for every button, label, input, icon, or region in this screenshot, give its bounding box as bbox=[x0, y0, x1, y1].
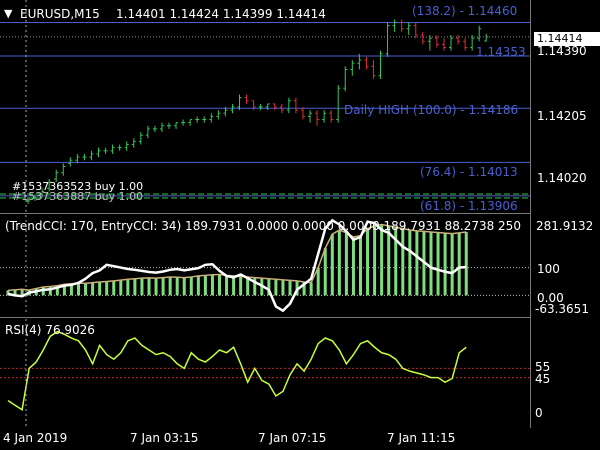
menu-triangle-icon[interactable]: ▼ bbox=[4, 8, 12, 20]
ohlc-values: 1.14401 1.14424 1.14399 1.14414 bbox=[116, 7, 326, 21]
time-label-4: 7 Jan 11:15 bbox=[387, 431, 456, 445]
time-label-1: 4 Jan 2019 bbox=[3, 431, 68, 445]
time-label-3: 7 Jan 07:15 bbox=[258, 431, 327, 445]
current-price-tag: 1.14414 bbox=[534, 32, 600, 46]
cci-main-line bbox=[7, 218, 467, 313]
symbol-timeframe: EURUSD,M15 bbox=[20, 7, 100, 21]
rsi-axis-0: 0 bbox=[535, 406, 543, 420]
rsi-indicator-pane[interactable]: RSI(4) 76.9026 55 45 0 bbox=[0, 319, 600, 428]
fib-level-mid: 1.14353 bbox=[476, 45, 526, 59]
price-axis-label-2: 1.14205 bbox=[537, 109, 587, 123]
fib-level-138: (138.2) - 1.14460 bbox=[412, 4, 518, 18]
time-label-2: 7 Jan 03:15 bbox=[130, 431, 199, 445]
price-axis-label-1: 1.14390 bbox=[537, 44, 587, 58]
rsi-line bbox=[7, 330, 467, 412]
pane-divider-1[interactable] bbox=[0, 213, 530, 214]
time-axis[interactable]: 4 Jan 2019 7 Jan 03:15 7 Jan 07:15 7 Jan… bbox=[0, 428, 600, 450]
main-chart-pane[interactable]: ▼ EURUSD,M15 1.14401 1.14424 1.14399 1.1… bbox=[0, 0, 600, 212]
cci-axis-min: -63.3651 bbox=[535, 302, 589, 315]
rsi-label: RSI(4) 76.9026 bbox=[5, 323, 95, 337]
cci-indicator-pane[interactable]: (TrendCCI: 170, EntryCCI: 34) 189.7931 0… bbox=[0, 215, 600, 315]
rsi-axis-45: 45 bbox=[535, 372, 551, 386]
fib-level-618: (61.8) - 1.13906 bbox=[420, 199, 518, 212]
cci-label: (TrendCCI: 170, EntryCCI: 34) 189.7931 0… bbox=[5, 219, 521, 233]
cci-axis-100: 100 bbox=[537, 262, 560, 276]
fib-level-daily-high: Daily HIGH (100.0) - 1.14186 bbox=[344, 103, 519, 117]
cci-signal-line bbox=[7, 223, 467, 292]
cci-max-value: 281.9132 bbox=[536, 219, 594, 233]
order-label-2[interactable]: #1537363887 buy 1.00 bbox=[12, 191, 143, 203]
pane-divider-2[interactable] bbox=[0, 317, 530, 318]
price-axis-label-3: 1.14020 bbox=[537, 171, 587, 185]
fib-level-764: (76.4) - 1.14013 bbox=[420, 165, 518, 179]
price-axis-divider bbox=[530, 0, 531, 428]
